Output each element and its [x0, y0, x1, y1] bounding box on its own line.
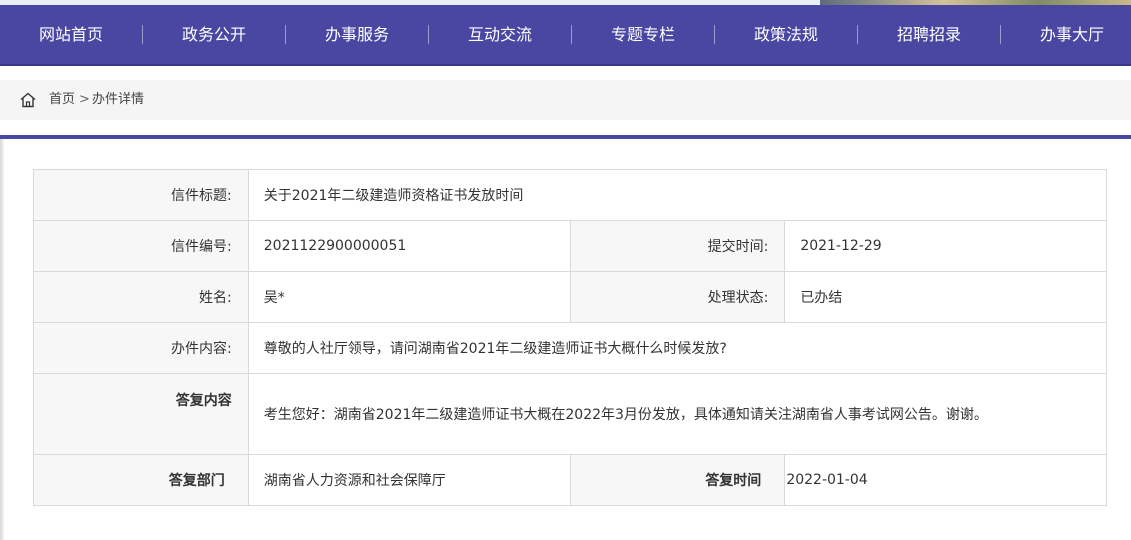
table-row: 姓名: 吴* 处理状态: 已办结 [33, 271, 1107, 323]
table-row: 信件标题: 关于2021年二级建造师资格证书发放时间 [33, 169, 1108, 221]
nav-item-recruitment[interactable]: 招聘招录 [858, 5, 1000, 64]
breadcrumb: 首页 > 办件详情 [0, 80, 1131, 120]
main-nav: 网站首页 政务公开 办事服务 互动交流 专题专栏 政策法规 招聘招录 办事大厅 [0, 5, 1131, 66]
reply-time-label: 答复时间 [569, 454, 786, 506]
content-label: 办件内容: [33, 322, 249, 374]
home-icon[interactable] [19, 91, 37, 109]
nav-item-home[interactable]: 网站首页 [0, 5, 142, 64]
content-value: 尊敬的人社厅领导，请问湖南省2021年二级建造师证书大概什么时候发放? [247, 322, 1108, 374]
title-label: 信件标题: [33, 169, 249, 221]
reply-time-value: 2022-01-04 [784, 454, 1107, 506]
letter-detail-table: 信件标题: 关于2021年二级建造师资格证书发放时间 信件编号: 2021122… [33, 169, 1108, 506]
dept-value: 湖南省人力资源和社会保障厅 [247, 454, 571, 506]
table-row: 办件内容: 尊敬的人社厅领导，请问湖南省2021年二级建造师证书大概什么时候发放… [33, 322, 1108, 374]
submit-time-label: 提交时间: [569, 220, 786, 272]
nav-item-service-hall[interactable]: 办事大厅 [1001, 5, 1131, 64]
reply-label: 答复内容 [33, 373, 249, 455]
name-label: 姓名: [33, 271, 249, 323]
submit-time-value: 2021-12-29 [784, 220, 1107, 272]
nav-item-policy[interactable]: 政策法规 [715, 5, 857, 64]
nav-item-gov-affairs[interactable]: 政务公开 [143, 5, 285, 64]
reply-value: 考生您好：湖南省2021年二级建造师证书大概在2022年3月份发放，具体通知请关… [247, 373, 1108, 455]
status-value: 已办结 [784, 271, 1107, 323]
left-edge-shadow [0, 139, 4, 540]
table-row: 信件编号: 2021122900000051 提交时间: 2021-12-29 [33, 220, 1107, 272]
breadcrumb-current: 办件详情 [92, 92, 145, 107]
nav-item-interaction[interactable]: 互动交流 [429, 5, 571, 64]
table-row: 答复部门 湖南省人力资源和社会保障厅 答复时间 2022-01-04 [33, 454, 1107, 506]
name-value: 吴* [247, 271, 571, 323]
table-row: 答复内容 考生您好：湖南省2021年二级建造师证书大概在2022年3月份发放，具… [33, 373, 1108, 455]
title-value: 关于2021年二级建造师资格证书发放时间 [247, 169, 1108, 221]
number-value: 2021122900000051 [247, 220, 571, 272]
dept-label: 答复部门 [33, 454, 249, 506]
breadcrumb-home-link[interactable]: 首页 [49, 91, 75, 109]
number-label: 信件编号: [33, 220, 249, 272]
section-divider [0, 135, 1131, 139]
status-label: 处理状态: [569, 271, 786, 323]
nav-item-topics[interactable]: 专题专栏 [572, 5, 714, 64]
breadcrumb-separator: > [79, 92, 90, 107]
nav-item-services[interactable]: 办事服务 [286, 5, 428, 64]
